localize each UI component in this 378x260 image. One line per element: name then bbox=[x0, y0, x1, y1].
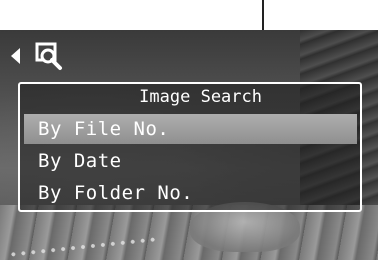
menu-item-by-file-no[interactable]: By File No. bbox=[24, 114, 357, 144]
image-search-icon bbox=[35, 42, 62, 70]
left-arrow-icon[interactable] bbox=[11, 48, 20, 64]
image-search-menu: Image Search By File No. By Date By Fold… bbox=[18, 82, 362, 212]
menu-items: By File No. By Date By Folder No. bbox=[24, 114, 357, 210]
menu-title: Image Search bbox=[139, 87, 262, 107]
menu-item-by-date[interactable]: By Date bbox=[24, 146, 357, 176]
menu-item-by-folder-no[interactable]: By Folder No. bbox=[24, 178, 357, 208]
